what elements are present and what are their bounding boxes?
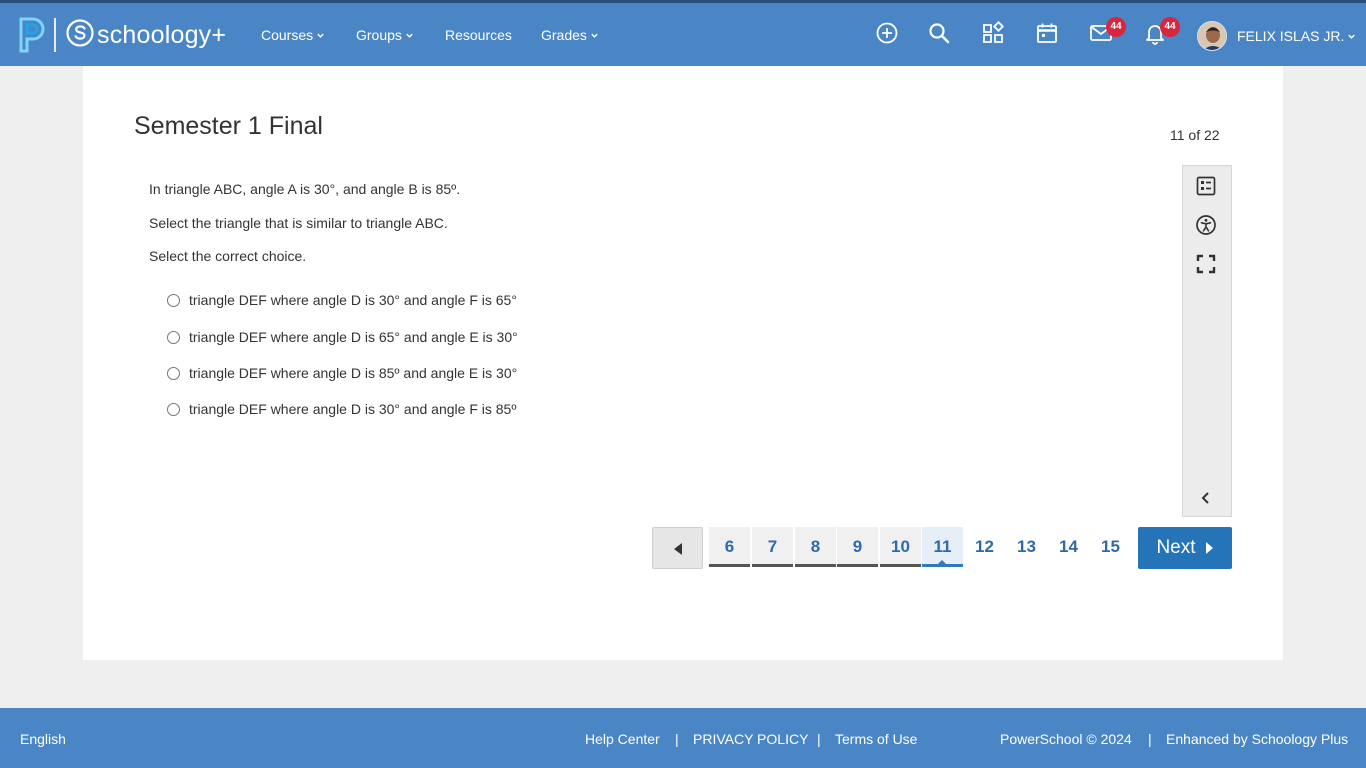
terms-of-use-link[interactable]: Terms of Use — [835, 730, 917, 748]
page-7[interactable]: 7 — [752, 527, 793, 567]
choice-label: triangle DEF where angle D is 30° and an… — [189, 292, 517, 308]
user-photo-icon — [1198, 22, 1226, 50]
next-button[interactable]: Next — [1138, 527, 1232, 569]
previous-button[interactable] — [652, 527, 703, 569]
enhanced-by-text: Enhanced by Schoology Plus — [1166, 731, 1349, 747]
next-button-label: Next — [1156, 537, 1196, 558]
answer-choice-4[interactable]: triangle DEF where angle D is 30° and an… — [167, 400, 516, 418]
logo-divider — [54, 18, 56, 52]
mail-badge: 44 — [1106, 17, 1126, 37]
current-page-caret — [937, 560, 947, 565]
nav-resources[interactable]: Resources — [445, 25, 512, 45]
apps-icon[interactable] — [981, 21, 1005, 45]
search-icon[interactable] — [927, 21, 951, 45]
checklist-icon[interactable] — [1195, 175, 1217, 197]
collapse-icon[interactable] — [1195, 487, 1217, 509]
page-11-current[interactable]: 11 — [922, 527, 963, 567]
radio-button[interactable] — [167, 366, 180, 380]
answer-choice-3[interactable]: triangle DEF where angle D is 85º and an… — [167, 364, 517, 382]
nav-groups[interactable]: Groups — [356, 25, 414, 45]
choice-label: triangle DEF where angle D is 30° and an… — [189, 401, 517, 417]
nav-grades[interactable]: Grades — [541, 25, 599, 45]
nav-courses-label: Courses — [261, 27, 314, 43]
page-9[interactable]: 9 — [837, 527, 878, 567]
user-name: FELIX ISLAS JR. — [1237, 28, 1345, 44]
radio-button[interactable] — [167, 293, 180, 307]
chevron-down-icon — [406, 33, 413, 38]
question-prompt: Select the triangle that is similar to t… — [149, 215, 448, 231]
top-navigation-bar: schoology+ Courses Groups Resources Grad… — [0, 0, 1366, 66]
page-12[interactable]: 12 — [964, 527, 1005, 567]
page-number: 11 — [933, 537, 952, 556]
assessment-card: Semester 1 Final 11 of 22 In triangle AB… — [83, 66, 1283, 660]
question-text: In triangle ABC, angle A is 30°, and ang… — [149, 181, 461, 197]
footer: English Help Center | PRIVACY POLICY | T… — [0, 708, 1366, 768]
calendar-icon[interactable] — [1035, 21, 1059, 45]
schoology-wordmark[interactable]: schoology+ — [97, 20, 226, 50]
nav-groups-label: Groups — [356, 27, 402, 43]
help-center-link[interactable]: Help Center — [585, 730, 660, 748]
radio-button[interactable] — [167, 402, 180, 416]
page-6[interactable]: 6 — [709, 527, 750, 567]
avatar[interactable] — [1197, 21, 1227, 51]
footer-separator: | — [817, 731, 821, 747]
answer-choice-1[interactable]: triangle DEF where angle D is 30° and an… — [167, 291, 517, 309]
nav-grades-label: Grades — [541, 27, 587, 43]
choice-label: triangle DEF where angle D is 65° and an… — [189, 329, 518, 345]
chevron-down-icon — [1348, 34, 1356, 39]
tool-panel — [1182, 165, 1232, 517]
nav-courses[interactable]: Courses — [261, 25, 325, 45]
chevron-down-icon — [591, 33, 598, 38]
chevron-down-icon — [317, 33, 324, 38]
page-10[interactable]: 10 — [880, 527, 921, 567]
add-icon[interactable] — [875, 21, 899, 45]
page-8[interactable]: 8 — [795, 527, 836, 567]
page-15[interactable]: 15 — [1090, 527, 1131, 567]
page-13[interactable]: 13 — [1006, 527, 1047, 567]
caret-right-icon — [1205, 542, 1213, 554]
caret-left-icon — [674, 543, 682, 555]
accessibility-icon[interactable] — [1195, 214, 1217, 236]
radio-button[interactable] — [167, 330, 180, 344]
nav-resources-label: Resources — [445, 27, 512, 43]
answer-choice-2[interactable]: triangle DEF where angle D is 65° and an… — [167, 328, 518, 346]
footer-separator: | — [1148, 731, 1152, 747]
user-menu[interactable]: FELIX ISLAS JR. — [1237, 27, 1356, 45]
schoology-logo-icon[interactable] — [66, 19, 94, 47]
privacy-policy-link[interactable]: PRIVACY POLICY — [693, 730, 808, 748]
page-14[interactable]: 14 — [1048, 527, 1089, 567]
question-counter: 11 of 22 — [1170, 127, 1220, 143]
page-title: Semester 1 Final — [134, 112, 323, 140]
notifications-badge: 44 — [1160, 17, 1180, 37]
language-selector[interactable]: English — [20, 730, 66, 748]
copyright-text: PowerSchool © 2024 — [1000, 731, 1132, 747]
footer-separator: | — [675, 731, 679, 747]
powerschool-logo-icon[interactable] — [18, 17, 46, 53]
choice-label: triangle DEF where angle D is 85º and an… — [189, 365, 518, 381]
fullscreen-icon[interactable] — [1195, 253, 1217, 275]
question-instruction: Select the correct choice. — [149, 248, 307, 264]
